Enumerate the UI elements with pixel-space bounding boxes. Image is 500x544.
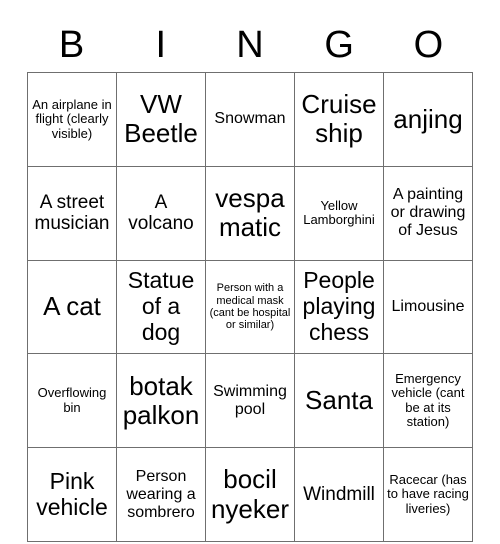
bingo-cell-label: Emergency vehicle (cant be at its statio… bbox=[391, 370, 465, 430]
bingo-cell[interactable]: Cruise ship bbox=[294, 72, 384, 167]
bingo-cell-label: Statue of a dog bbox=[127, 267, 195, 345]
bingo-cell[interactable]: A cat bbox=[27, 259, 117, 355]
bingo-row: A street musician A volcano vespa matic … bbox=[27, 165, 473, 261]
bingo-cell-label: Snowman bbox=[214, 110, 286, 128]
bingo-cell[interactable]: Person with a medical mask (cant be hosp… bbox=[205, 259, 295, 355]
bingo-cell-label: A cat bbox=[43, 291, 101, 322]
bingo-row: A cat Statue of a dog Person with a medi… bbox=[27, 259, 473, 355]
bingo-cell-label: anjing bbox=[393, 103, 463, 134]
bingo-header-row: B I N G O bbox=[27, 18, 473, 72]
bingo-cell-label: Windmill bbox=[303, 483, 375, 505]
bingo-cell-label: botak palkon bbox=[122, 370, 200, 430]
bingo-row: Overflowing bin botak palkon Swimming po… bbox=[27, 353, 473, 449]
bingo-cell[interactable]: Limousine bbox=[383, 259, 473, 355]
bingo-cell-label: Cruise ship bbox=[301, 89, 377, 149]
bingo-cell-label: A volcano bbox=[128, 191, 194, 235]
bingo-cell[interactable]: VW Beetle bbox=[116, 72, 206, 167]
bingo-cell[interactable]: Emergency vehicle (cant be at its statio… bbox=[383, 353, 473, 449]
bingo-cell[interactable]: Swimming pool bbox=[205, 353, 295, 449]
bingo-card: B I N G O An airplane in flight (clearly… bbox=[27, 18, 473, 542]
bingo-cell[interactable]: Pink vehicle bbox=[27, 447, 117, 542]
bingo-cell[interactable]: A painting or drawing of Jesus bbox=[383, 165, 473, 261]
bingo-cell[interactable]: Statue of a dog bbox=[116, 259, 206, 355]
bingo-cell-label: Person with a medical mask (cant be hosp… bbox=[209, 282, 291, 332]
bingo-cell[interactable]: A volcano bbox=[116, 165, 206, 261]
bingo-cell[interactable]: Person wearing a sombrero bbox=[116, 447, 206, 542]
bingo-cell[interactable]: anjing bbox=[383, 72, 473, 167]
bingo-cell-label: Santa bbox=[305, 385, 373, 416]
bingo-header-letter-o: O bbox=[413, 24, 444, 66]
bingo-cell[interactable]: Overflowing bin bbox=[27, 353, 117, 449]
bingo-cell[interactable]: Racecar (has to have racing liveries) bbox=[383, 447, 473, 542]
bingo-cell-label: Pink vehicle bbox=[36, 467, 108, 520]
bingo-cell[interactable]: A street musician bbox=[27, 165, 117, 261]
bingo-header-letter-b: B bbox=[58, 24, 85, 66]
bingo-cell-label: Limousine bbox=[391, 298, 465, 316]
bingo-header-letter-i: I bbox=[155, 24, 167, 66]
bingo-row: An airplane in flight (clearly visible) … bbox=[27, 72, 473, 167]
bingo-cell-label: bocil nyeker bbox=[210, 464, 290, 524]
bingo-header-letter-g: G bbox=[324, 24, 354, 66]
bingo-cell-label: vespa matic bbox=[215, 183, 285, 243]
bingo-cell-label: An airplane in flight (clearly visible) bbox=[32, 96, 112, 141]
bingo-cell[interactable]: vespa matic bbox=[205, 165, 295, 261]
bingo-cell-label: People playing chess bbox=[302, 267, 376, 345]
bingo-cell-label: Yellow Lamborghini bbox=[303, 197, 375, 228]
bingo-row: Pink vehicle Person wearing a sombrero b… bbox=[27, 447, 473, 542]
bingo-cell[interactable]: People playing chess bbox=[294, 259, 384, 355]
bingo-cell[interactable]: Snowman bbox=[205, 72, 295, 167]
bingo-cell-label: VW Beetle bbox=[124, 89, 198, 149]
bingo-cell-label: Racecar (has to have racing liveries) bbox=[387, 471, 469, 516]
bingo-cell[interactable]: Santa bbox=[294, 353, 384, 449]
bingo-cell[interactable]: bocil nyeker bbox=[205, 447, 295, 542]
bingo-cell[interactable]: Yellow Lamborghini bbox=[294, 165, 384, 261]
bingo-header-letter-n: N bbox=[236, 24, 264, 66]
bingo-cell-label: Person wearing a sombrero bbox=[126, 467, 196, 521]
bingo-grid: An airplane in flight (clearly visible) … bbox=[27, 72, 473, 542]
bingo-cell-label: A street musician bbox=[34, 191, 110, 235]
bingo-cell[interactable]: botak palkon bbox=[116, 353, 206, 449]
bingo-cell[interactable]: An airplane in flight (clearly visible) bbox=[27, 72, 117, 167]
bingo-cell-label: Overflowing bin bbox=[37, 385, 107, 415]
bingo-cell-label: Swimming pool bbox=[213, 382, 287, 418]
bingo-cell-label: A painting or drawing of Jesus bbox=[390, 186, 466, 240]
bingo-cell[interactable]: Windmill bbox=[294, 447, 384, 542]
